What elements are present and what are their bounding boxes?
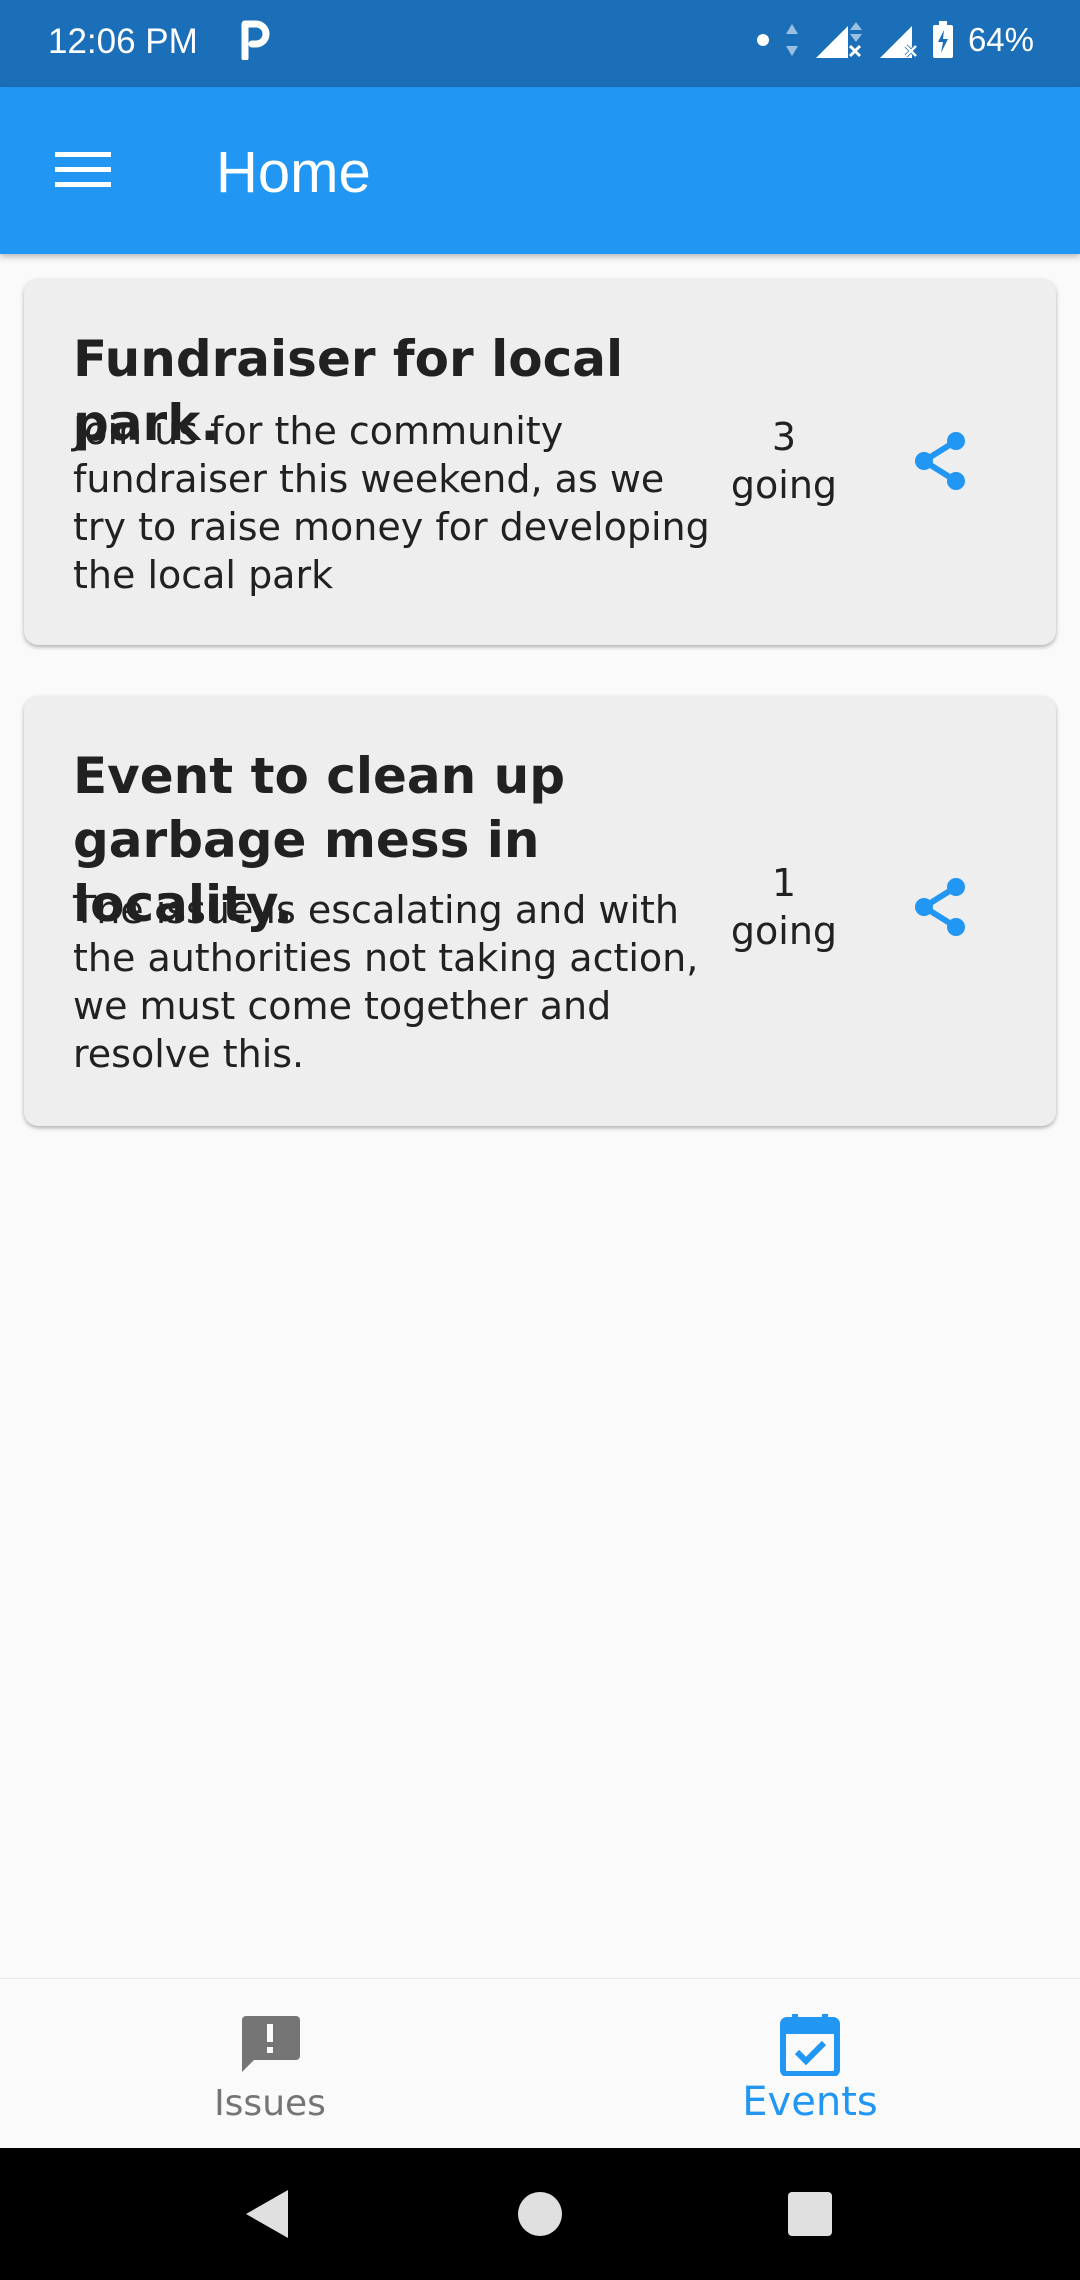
event-description: Join us for the community fundraiser thi… (73, 409, 710, 597)
system-navigation-bar (0, 2148, 1080, 2280)
share-icon (910, 429, 970, 497)
event-available-icon (775, 2009, 845, 2079)
parking-icon (240, 20, 270, 62)
going-count-block: 1 going (692, 859, 876, 955)
recents-square-icon (787, 2191, 833, 2241)
going-count: 3 (771, 415, 797, 459)
bottom-navigation: Issues Events (0, 1978, 1080, 2149)
nav-label-events: Events (742, 2079, 878, 2125)
going-label: going (730, 909, 838, 953)
going-count-block: 3 going (692, 413, 876, 509)
feedback-icon (235, 2009, 305, 2079)
signal-icon (878, 20, 918, 60)
event-description: The issue is escalating and with the aut… (73, 888, 699, 1076)
status-bar: 12:06 PM 64% (0, 0, 1080, 87)
going-count: 1 (771, 861, 797, 905)
home-circle-icon (517, 2191, 563, 2241)
status-time: 12:06 PM (48, 22, 198, 61)
share-button[interactable] (890, 413, 990, 513)
recents-button[interactable] (765, 2176, 855, 2256)
dot-icon (756, 33, 770, 47)
event-card[interactable]: Fundraiser for local park. Join us for t… (24, 279, 1056, 645)
menu-button[interactable] (40, 132, 126, 212)
battery-percent: 64% (967, 21, 1034, 58)
data-arrows-icon (784, 22, 800, 58)
event-card[interactable]: Event to clean up garbage mess in locali… (24, 696, 1056, 1126)
going-label: going (730, 463, 838, 507)
page-title: Home (216, 140, 371, 205)
nav-label-issues: Issues (214, 2083, 326, 2124)
menu-icon (55, 152, 111, 192)
app-bar: Home (0, 87, 1080, 254)
home-button[interactable] (495, 2176, 585, 2256)
signal-icon (814, 20, 864, 60)
back-button[interactable] (222, 2176, 312, 2256)
nav-item-events[interactable]: Events (540, 1979, 1080, 2149)
battery-icon (932, 21, 954, 59)
share-icon (910, 875, 970, 943)
status-icons: 64% (756, 20, 1034, 60)
nav-item-issues[interactable]: Issues (0, 1979, 540, 2149)
share-button[interactable] (890, 859, 990, 959)
back-triangle-icon (244, 2188, 290, 2244)
